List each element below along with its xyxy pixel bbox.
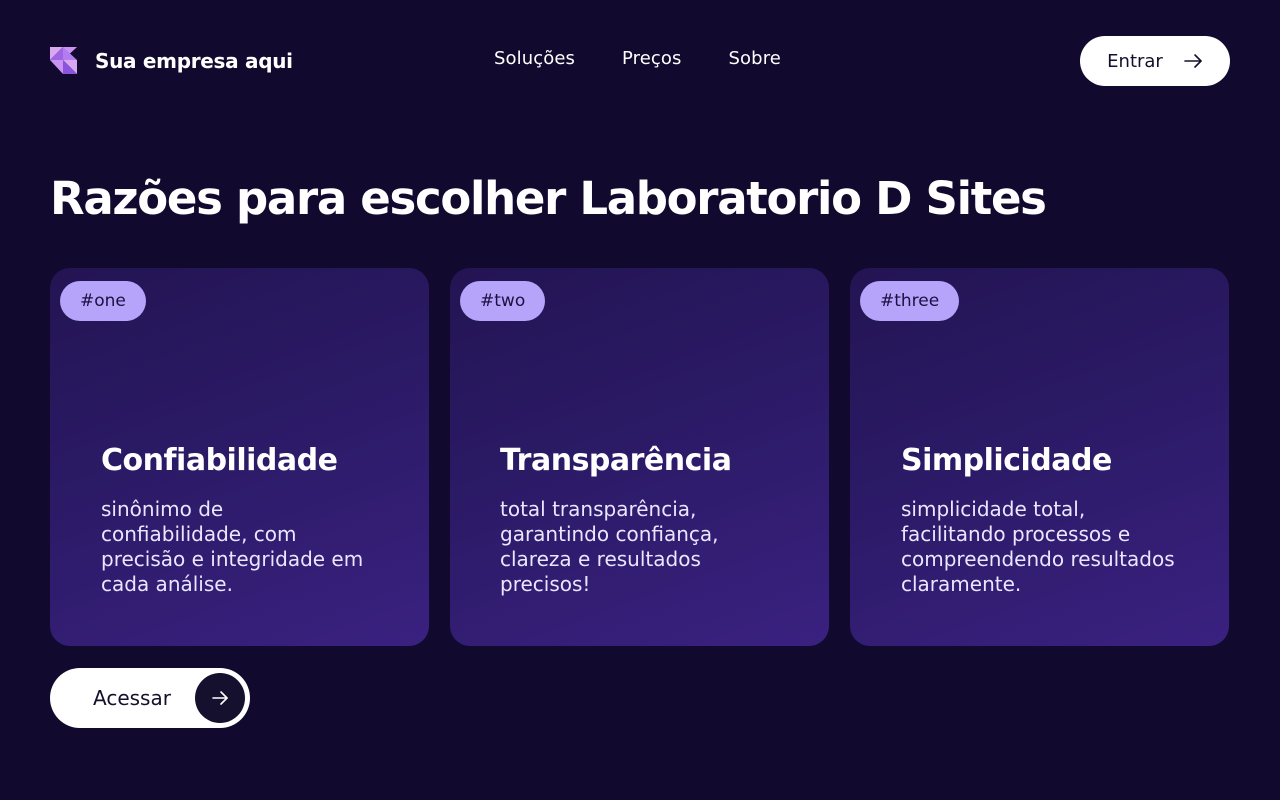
card-description: simplicidade total, facilitando processo… <box>901 497 1175 596</box>
login-button[interactable]: Entrar <box>1080 36 1230 86</box>
card-tag: #one <box>60 281 146 321</box>
logo-icon <box>50 47 77 74</box>
reason-card-two: #two Transparência total transparência, … <box>450 268 829 646</box>
card-title: Transparência <box>500 443 732 478</box>
reasons-cards: #one Confiabilidade sinônimo de confiabi… <box>50 268 1229 646</box>
arrow-right-icon <box>212 691 228 705</box>
card-title: Confiabilidade <box>101 443 338 478</box>
access-button-label: Acessar <box>93 686 171 710</box>
reason-card-one: #one Confiabilidade sinônimo de confiabi… <box>50 268 429 646</box>
access-button-circle <box>195 673 245 723</box>
arrow-right-icon <box>1184 54 1202 68</box>
card-tag: #two <box>460 281 546 321</box>
main-nav: Soluções Preços Sobre <box>494 48 781 69</box>
page-title: Razões para escolher Laboratorio D Sites <box>50 172 1047 225</box>
reason-card-three: #three Simplicidade simplicidade total, … <box>850 268 1229 646</box>
access-button[interactable]: Acessar <box>50 668 250 728</box>
nav-item-precos[interactable]: Preços <box>622 48 682 69</box>
login-button-label: Entrar <box>1107 50 1163 72</box>
card-title: Simplicidade <box>901 443 1112 478</box>
card-description: total transparência, garantindo confianç… <box>500 497 719 596</box>
page: Sua empresa aqui Soluções Preços Sobre E… <box>0 0 1280 800</box>
card-description: sinônimo de confiabilidade, com precisão… <box>101 497 364 596</box>
nav-item-solucoes[interactable]: Soluções <box>494 48 575 69</box>
brand-name: Sua empresa aqui <box>95 48 293 73</box>
card-tag: #three <box>860 281 960 321</box>
brand-logo[interactable]: Sua empresa aqui <box>50 47 293 74</box>
nav-item-sobre[interactable]: Sobre <box>729 48 781 69</box>
